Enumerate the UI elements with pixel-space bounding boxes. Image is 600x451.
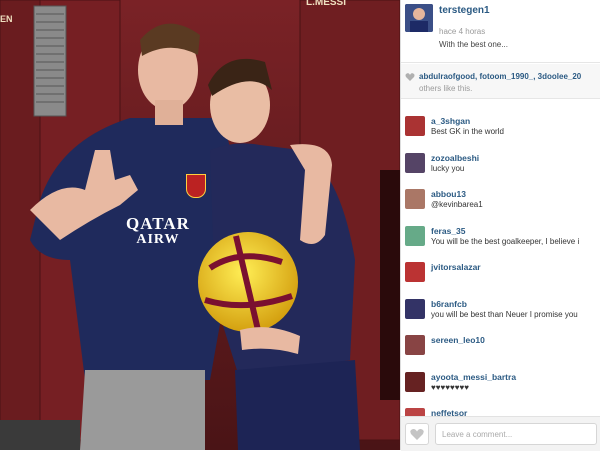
commenter-avatar[interactable] bbox=[405, 335, 425, 355]
heart-icon bbox=[405, 73, 415, 81]
crest-icon bbox=[186, 174, 206, 198]
comment-item: ayoota_messi_bartra ♥♥♥♥♥♥♥♥ bbox=[401, 368, 600, 402]
heart-icon bbox=[410, 428, 424, 440]
commenter-avatar[interactable] bbox=[405, 262, 425, 282]
author-username[interactable]: terstegen1 bbox=[439, 5, 490, 16]
commenter-username[interactable]: ayoota_messi_bartra bbox=[431, 372, 516, 382]
commenter-username[interactable]: a_3shgan bbox=[431, 116, 470, 126]
comment-item: feras_35 You will be the best goalkeeper,… bbox=[401, 222, 600, 256]
commenter-username[interactable]: jvitorsalazar bbox=[431, 262, 481, 272]
sponsor-line-2: AIRW bbox=[136, 232, 180, 247]
commenter-username[interactable]: zozoalbeshi bbox=[431, 153, 479, 163]
comment-item: jvitorsalazar bbox=[401, 258, 600, 292]
commenter-avatar[interactable] bbox=[405, 371, 425, 392]
commenter-avatar[interactable] bbox=[405, 298, 425, 319]
locker-label: EN bbox=[0, 14, 13, 24]
author-avatar[interactable] bbox=[405, 4, 433, 32]
post-sidebar: terstegen1 hace 4 horas With the best on… bbox=[400, 0, 600, 451]
commenter-username[interactable]: b6ranfcb bbox=[431, 299, 467, 309]
commenter-avatar[interactable] bbox=[405, 189, 425, 209]
post-caption: With the best one... bbox=[439, 40, 508, 49]
likes-users[interactable]: abdulraofgood, fotoom_1990_, 3doolee_20 bbox=[419, 72, 581, 81]
comment-item: zozoalbeshi lucky you bbox=[401, 149, 600, 183]
comment-text: @kevinbarea1 bbox=[431, 200, 483, 209]
like-button[interactable] bbox=[405, 423, 429, 445]
likes-suffix: others like this. bbox=[419, 84, 473, 93]
commenter-avatar[interactable] bbox=[405, 225, 425, 246]
comment-footer: Leave a comment... bbox=[401, 416, 600, 451]
post-photo[interactable]: QATAR AIRW L.MESSI EN bbox=[0, 0, 400, 450]
commenter-avatar[interactable] bbox=[405, 152, 425, 173]
comment-item: sereen_leo10 bbox=[401, 331, 600, 365]
comment-text: Best GK in the world bbox=[431, 127, 504, 136]
comment-text: you will be best than Neuer I promise yo… bbox=[431, 309, 578, 319]
comment-text: You will be the best goalkeeper, I belie… bbox=[431, 236, 580, 246]
photo-illustration bbox=[0, 0, 400, 450]
person-icon bbox=[405, 4, 433, 32]
comment-text: ♥♥♥♥♥♥♥♥ bbox=[431, 382, 469, 392]
jersey-sponsor: QATAR AIRW bbox=[126, 214, 190, 248]
sponsor-line-1: QATAR bbox=[126, 214, 190, 233]
comment-item: b6ranfcb you will be best than Neuer I pr… bbox=[401, 295, 600, 329]
post-header: terstegen1 hace 4 horas With the best on… bbox=[401, 0, 600, 63]
locker-nameplate: L.MESSI bbox=[306, 0, 347, 8]
comment-item: a_3shgan Best GK in the world bbox=[401, 112, 600, 146]
commenter-avatar[interactable] bbox=[405, 116, 425, 136]
comment-text: lucky you bbox=[431, 163, 465, 173]
likes-section: abdulraofgood, fotoom_1990_, 3doolee_20 … bbox=[401, 64, 600, 99]
comment-input[interactable]: Leave a comment... bbox=[435, 423, 597, 445]
comment-item: abbou13 @kevinbarea1 bbox=[401, 185, 600, 219]
commenter-username[interactable]: feras_35 bbox=[431, 226, 466, 236]
commenter-username[interactable]: sereen_leo10 bbox=[431, 335, 485, 345]
commenter-username[interactable]: abbou13 bbox=[431, 189, 466, 199]
post-time: hace 4 horas bbox=[439, 27, 486, 36]
